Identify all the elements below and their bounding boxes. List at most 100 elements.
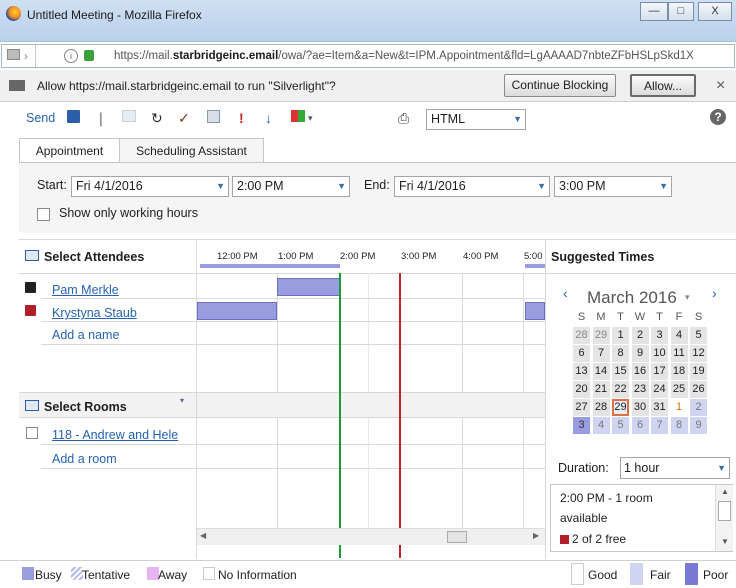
select-attendees-header[interactable]: Select Attendees <box>44 250 144 264</box>
calendar-day[interactable]: 20 <box>573 381 590 398</box>
select-rooms-header[interactable]: Select Rooms <box>44 400 127 414</box>
calendar-day[interactable]: 7 <box>651 417 668 434</box>
calendar-day[interactable]: 5 <box>612 417 629 434</box>
start-date-select[interactable]: Fri 4/1/2016 ▼ <box>71 176 229 197</box>
continue-blocking-button[interactable]: Continue Blocking <box>504 74 616 97</box>
calendar-day[interactable]: 18 <box>670 363 688 380</box>
chevron-down-icon[interactable]: ▾ <box>308 110 313 126</box>
attach-icon[interactable]: ❘ <box>95 110 107 126</box>
calendar-day[interactable]: 21 <box>592 381 610 398</box>
calendar-day[interactable]: 10 <box>651 345 668 362</box>
scrollbar-thumb[interactable] <box>447 531 467 543</box>
info-icon[interactable]: i <box>64 49 78 63</box>
spell-check-icon[interactable]: ✓ <box>178 110 190 126</box>
calendar-day[interactable]: 1 <box>670 399 688 416</box>
calendar-day[interactable]: 2 <box>631 327 649 344</box>
close-window-button[interactable]: X <box>698 2 732 21</box>
calendar-day[interactable]: 4 <box>592 417 610 434</box>
print-icon[interactable]: ⎙ <box>398 110 409 126</box>
calendar-day[interactable]: 23 <box>631 381 649 398</box>
calendar-day[interactable]: 28 <box>573 327 590 344</box>
tab-appointment[interactable]: Appointment <box>19 138 119 163</box>
calendar-day[interactable]: 9 <box>631 345 649 362</box>
url-bar[interactable]: › i https://mail.starbridgeinc.email/owa… <box>1 44 735 68</box>
calendar-day[interactable]: 13 <box>573 363 590 380</box>
scroll-right-icon[interactable]: ▶ <box>533 531 539 540</box>
address-book-icon[interactable] <box>25 400 39 411</box>
add-room-input[interactable]: Add a room <box>52 452 117 466</box>
suggestion-list[interactable]: 2:00 PM - 1 room available 2 of 2 free ▲… <box>550 484 733 552</box>
calendar-day[interactable]: 11 <box>670 345 688 362</box>
calendar-day[interactable]: 19 <box>690 363 707 380</box>
start-time-select[interactable]: 2:00 PM ▼ <box>232 176 350 197</box>
calendar-day[interactable]: 6 <box>573 345 590 362</box>
allow-button[interactable]: Allow... <box>630 74 696 97</box>
close-notification-icon[interactable]: × <box>716 77 725 95</box>
suggestion-scrollbar[interactable]: ▲ ▼ <box>715 485 733 551</box>
calendar-day[interactable]: 31 <box>651 399 668 416</box>
calendar-day[interactable]: 27 <box>573 399 590 416</box>
calendar-day[interactable]: 22 <box>612 381 629 398</box>
meeting-end-line[interactable] <box>399 273 401 558</box>
help-icon[interactable]: ? <box>710 109 726 125</box>
calendar-day[interactable]: 29 <box>592 327 610 344</box>
chevron-down-icon[interactable]: ▾ <box>180 396 184 405</box>
calendar-day[interactable]: 24 <box>651 381 668 398</box>
calendar-day[interactable]: 16 <box>631 363 649 380</box>
calendar-day[interactable]: 8 <box>670 417 688 434</box>
room-checkbox[interactable] <box>26 427 38 439</box>
calendar-day[interactable]: 5 <box>690 327 707 344</box>
calendar-day[interactable]: 6 <box>631 417 649 434</box>
calendar-day[interactable]: 2 <box>690 399 707 416</box>
calendar-day[interactable]: 25 <box>670 381 688 398</box>
scroll-down-icon[interactable]: ▼ <box>721 537 729 546</box>
calendar-day[interactable]: 9 <box>690 417 707 434</box>
calendar-day[interactable]: 28 <box>592 399 610 416</box>
calendar-day[interactable]: 14 <box>592 363 610 380</box>
calendar-day[interactable]: 8 <box>612 345 629 362</box>
calendar-day[interactable]: 26 <box>690 381 707 398</box>
high-importance-icon[interactable]: ! <box>239 110 244 126</box>
calendar-day[interactable]: 17 <box>651 363 668 380</box>
prev-month-icon[interactable]: ‹ <box>563 285 568 301</box>
calendar-day[interactable]: 7 <box>592 345 610 362</box>
calendar-day[interactable]: 12 <box>690 345 707 362</box>
attendee-link[interactable]: Pam Merkle <box>52 283 119 297</box>
chevron-down-icon[interactable]: ▾ <box>685 292 690 303</box>
scroll-up-icon[interactable]: ▲ <box>721 487 729 496</box>
calendar-day[interactable]: 1 <box>612 327 629 344</box>
calendar-day[interactable]: 29 <box>612 399 629 416</box>
scroll-left-icon[interactable]: ◀ <box>200 531 206 540</box>
calendar-day[interactable]: 4 <box>670 327 688 344</box>
scrollbar-thumb[interactable] <box>718 501 731 521</box>
lock-icon[interactable] <box>84 50 94 61</box>
timeline-scrollbar[interactable]: ◀ ▶ <box>197 528 545 545</box>
suggestion-time[interactable]: 2:00 PM - 1 room <box>560 491 653 505</box>
meeting-start-line[interactable] <box>339 273 341 558</box>
room-link[interactable]: 118 - Andrew and Hele <box>52 428 194 442</box>
cancel-meeting-icon[interactable] <box>207 110 220 123</box>
categories-icon[interactable] <box>291 110 305 122</box>
address-book-icon[interactable] <box>25 250 39 261</box>
attendee-link[interactable]: Krystyna Staub <box>52 306 137 320</box>
save-icon[interactable] <box>67 110 80 123</box>
calendar-day[interactable]: 3 <box>651 327 668 344</box>
send-button[interactable]: Send <box>26 110 55 126</box>
end-time-select[interactable]: 3:00 PM ▼ <box>554 176 672 197</box>
next-month-icon[interactable]: › <box>712 285 717 301</box>
calendar-day[interactable]: 30 <box>631 399 649 416</box>
low-importance-icon[interactable]: ↓ <box>265 110 272 126</box>
format-select[interactable]: HTML ▼ <box>426 109 526 130</box>
add-name-input[interactable]: Add a name <box>52 328 119 342</box>
end-date-select[interactable]: Fri 4/1/2016 ▼ <box>394 176 550 197</box>
duration-select[interactable]: 1 hour ▼ <box>620 457 730 479</box>
calendar-day[interactable]: 3 <box>573 417 590 434</box>
calendar-day[interactable]: 15 <box>612 363 629 380</box>
insert-picture-icon[interactable] <box>122 110 136 122</box>
working-hours-checkbox[interactable] <box>37 208 50 221</box>
maximize-button[interactable]: □ <box>668 2 694 21</box>
minimize-button[interactable]: — <box>640 2 668 21</box>
month-title[interactable]: March 2016 <box>587 288 677 308</box>
tab-scheduling-assistant[interactable]: Scheduling Assistant <box>119 138 264 164</box>
check-names-icon[interactable]: ↻ <box>151 110 163 126</box>
